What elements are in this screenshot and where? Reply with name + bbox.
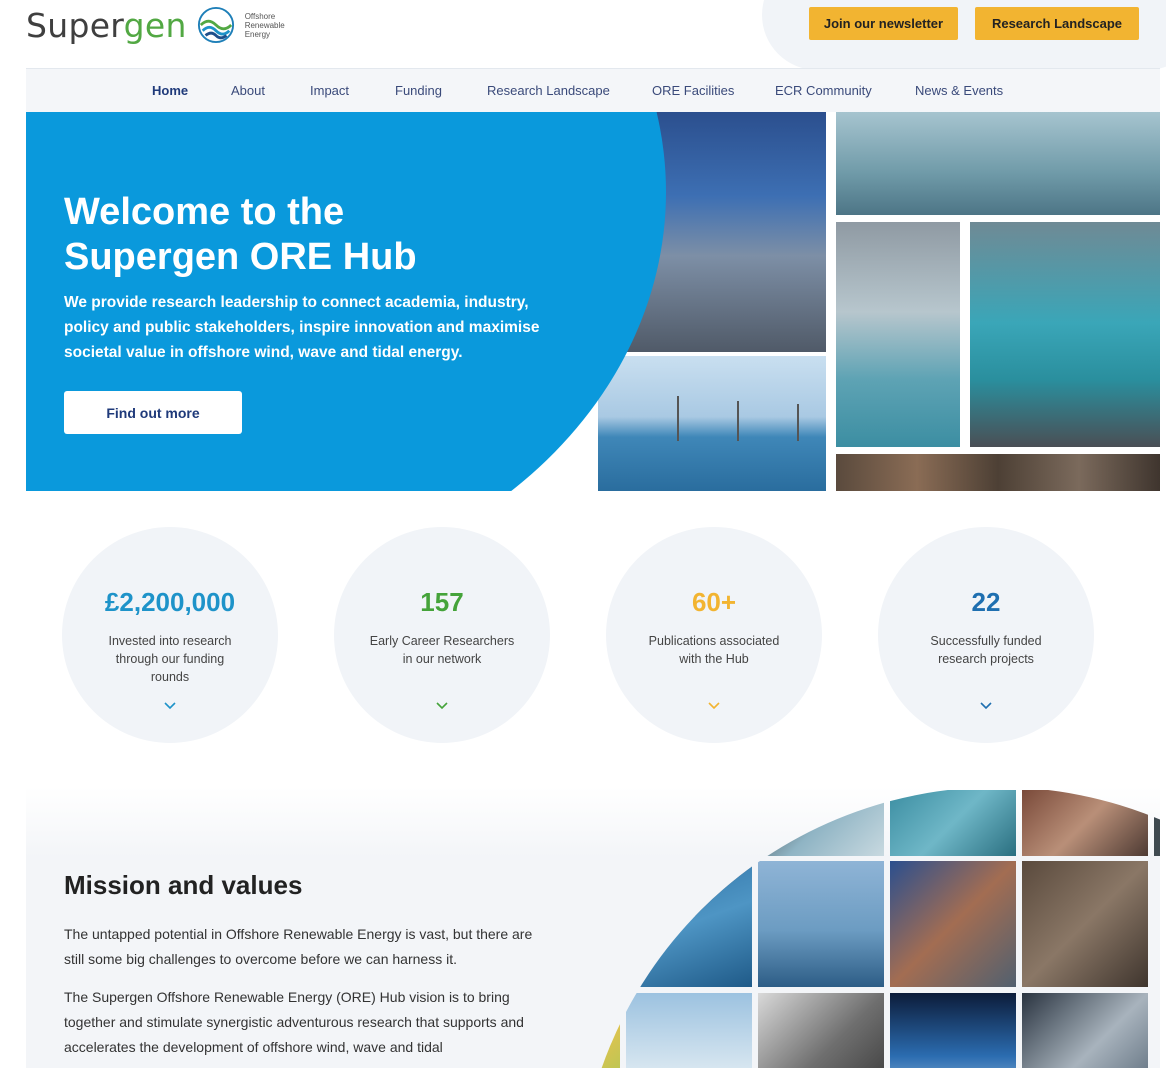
hero-photo-audience bbox=[836, 454, 1160, 491]
hero-photo-turbines bbox=[598, 356, 826, 491]
hero-description: We provide research leadership to connec… bbox=[64, 294, 540, 361]
nav-item-about[interactable]: About bbox=[231, 83, 265, 98]
mosaic-photo bbox=[890, 790, 1016, 856]
stat-value: 22 bbox=[971, 587, 1001, 617]
nav-item-ore-facilities[interactable]: ORE Facilities bbox=[652, 83, 734, 98]
nav-item-home[interactable]: Home bbox=[152, 83, 188, 98]
logo-wordmark: Supergen bbox=[26, 5, 187, 45]
newsletter-button[interactable]: Join our newsletter bbox=[809, 7, 958, 40]
stat-description: Invested into research through our fundi… bbox=[108, 634, 232, 684]
mosaic-photo bbox=[578, 993, 620, 1068]
hero-photo-device bbox=[970, 222, 1160, 447]
nav-item-research-landscape[interactable]: Research Landscape bbox=[487, 83, 610, 98]
mosaic-photo bbox=[758, 993, 884, 1068]
mission-photo-mosaic bbox=[578, 787, 1160, 1068]
stat-value: 157 bbox=[420, 587, 464, 617]
mission-paragraph-1: The untapped potential in Offshore Renew… bbox=[64, 926, 533, 967]
stat-projects[interactable]: 22 Successfully funded research projects bbox=[878, 527, 1094, 743]
find-out-more-button[interactable]: Find out more bbox=[64, 391, 242, 434]
mosaic-photo bbox=[890, 861, 1016, 987]
wind-turbine-icon bbox=[677, 396, 799, 441]
mosaic-photo bbox=[1022, 861, 1148, 987]
mosaic-photo bbox=[578, 861, 620, 987]
hero-photo-tank bbox=[836, 112, 1160, 215]
nav-item-news-events[interactable]: News & Events bbox=[915, 83, 1003, 98]
hero-banner: Welcome to the Supergen ORE Hub We provi… bbox=[26, 112, 1160, 491]
chevron-down-icon[interactable] bbox=[434, 699, 450, 711]
supergen-logo[interactable]: Supergen Offshore Renewable Energy bbox=[26, 2, 305, 48]
stat-description: Publications associated with the Hub bbox=[648, 634, 780, 666]
mission-paragraph-2: The Supergen Offshore Renewable Energy (… bbox=[64, 989, 524, 1055]
stat-ecr[interactable]: 157 Early Career Researchers in our netw… bbox=[334, 527, 550, 743]
mosaic-photo bbox=[626, 993, 752, 1068]
logo-subtitle: Offshore Renewable Energy bbox=[244, 11, 285, 39]
stat-funding[interactable]: £2,200,000 Invested into research throug… bbox=[62, 527, 278, 743]
mosaic-photo bbox=[758, 790, 884, 856]
nav-item-ecr-community[interactable]: ECR Community bbox=[775, 83, 872, 98]
mosaic-photo bbox=[626, 861, 752, 987]
stat-description: Successfully funded research projects bbox=[930, 634, 1042, 666]
hero-title: Welcome to the Supergen ORE Hub bbox=[64, 191, 417, 278]
chevron-down-icon[interactable] bbox=[706, 699, 722, 711]
nav-item-funding[interactable]: Funding bbox=[395, 83, 442, 98]
mosaic-photo bbox=[890, 993, 1016, 1068]
stat-publications[interactable]: 60+ Publications associated with the Hub bbox=[606, 527, 822, 743]
logo-wave-icon bbox=[197, 6, 234, 44]
mission-title: Mission and values bbox=[64, 870, 303, 900]
mosaic-photo bbox=[1154, 790, 1160, 856]
mosaic-photo bbox=[758, 861, 884, 987]
nav-item-impact[interactable]: Impact bbox=[310, 83, 349, 98]
chevron-down-icon[interactable] bbox=[162, 699, 178, 711]
site-header: Supergen Offshore Renewable Energy Join … bbox=[0, 0, 1166, 70]
chevron-down-icon[interactable] bbox=[978, 699, 994, 711]
research-landscape-button[interactable]: Research Landscape bbox=[975, 7, 1139, 40]
mosaic-photo bbox=[1022, 790, 1148, 856]
mosaic-photo bbox=[1022, 993, 1148, 1068]
stat-value: 60+ bbox=[691, 587, 737, 617]
hero-photo-wading bbox=[836, 222, 960, 447]
stat-description: Early Career Researchers in our network bbox=[369, 634, 515, 666]
stat-value: £2,200,000 bbox=[104, 587, 236, 617]
main-nav: Home About Impact Funding Research Lands… bbox=[26, 68, 1160, 112]
